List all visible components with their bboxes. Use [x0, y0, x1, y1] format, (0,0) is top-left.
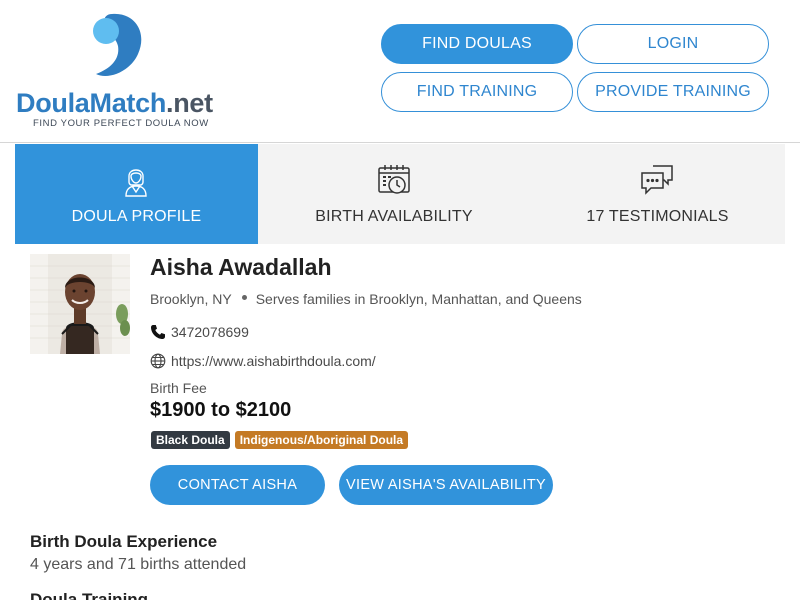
doula-location-line: Brooklyn, NY Serves families in Brooklyn… — [150, 291, 582, 307]
logo-brand-tld: .net — [166, 88, 213, 118]
find-training-button[interactable]: FIND TRAINING — [381, 72, 573, 112]
training-section-title: Doula Training — [30, 590, 149, 600]
birth-fee-value: $1900 to $2100 — [150, 399, 292, 421]
experience-section-body: 4 years and 71 births attended — [30, 556, 247, 573]
profile-photo-image — [30, 254, 130, 354]
doula-service-area: Serves families in Brooklyn, Manhattan, … — [255, 291, 582, 307]
doula-profile-photo — [30, 254, 130, 354]
logo-wordmark: DoulaMatch.net — [16, 88, 213, 119]
tab-testimonials-label: 17 TESTIMONIALS — [586, 208, 729, 225]
view-availability-button[interactable]: VIEW AISHA'S AVAILABILITY — [339, 465, 553, 505]
phone-icon — [151, 325, 165, 339]
profile-tabs: DOULA PROFILE BIRTH AVAILABILITY 17 TEST… — [15, 144, 785, 244]
doula-website-line[interactable]: https://www.aishabirthdoula.com/ — [150, 353, 376, 369]
logo-brand-main: DoulaMatch — [16, 88, 167, 118]
tab-birth-availability-label: BIRTH AVAILABILITY — [315, 208, 473, 225]
speech-bubbles-icon — [641, 165, 673, 195]
tab-doula-profile-label: DOULA PROFILE — [71, 208, 202, 225]
contact-doula-button[interactable]: CONTACT AISHA — [150, 465, 325, 505]
doula-phone-line[interactable]: 3472078699 — [150, 324, 249, 340]
experience-section-title: Birth Doula Experience — [30, 532, 218, 551]
birth-fee-label: Birth Fee — [150, 380, 207, 396]
find-doulas-button[interactable]: FIND DOULAS — [381, 24, 573, 64]
calendar-clock-icon — [378, 165, 410, 194]
tab-birth-availability[interactable]: BIRTH AVAILABILITY — [258, 144, 530, 244]
site-header: DoulaMatch.net FIND YOUR PERFECT DOULA N… — [0, 0, 800, 143]
tab-testimonials[interactable]: 17 TESTIMONIALS — [530, 144, 785, 244]
doula-location: Brooklyn, NY — [150, 291, 232, 307]
doula-badges: Black Doula Indigenous/Aboriginal Doula — [151, 431, 409, 449]
login-button[interactable]: LOGIN — [577, 24, 769, 64]
doula-website-link[interactable]: https://www.aishabirthdoula.com/ — [171, 353, 376, 369]
separator-dot — [241, 294, 247, 300]
globe-icon — [150, 353, 166, 369]
doulamatch-logo-icon — [93, 13, 142, 76]
provide-training-button[interactable]: PROVIDE TRAINING — [577, 72, 769, 112]
logo-tagline: FIND YOUR PERFECT DOULA NOW — [33, 118, 209, 129]
badge-indigenous-doula: Indigenous/Aboriginal Doula — [234, 431, 409, 449]
site-logo[interactable]: DoulaMatch.net FIND YOUR PERFECT DOULA N… — [16, 12, 221, 132]
doula-name: Aisha Awadallah — [150, 254, 332, 280]
doula-phone[interactable]: 3472078699 — [171, 324, 249, 340]
doula-person-icon — [125, 169, 147, 197]
badge-black-doula: Black Doula — [151, 431, 230, 449]
tab-doula-profile[interactable]: DOULA PROFILE — [15, 144, 258, 244]
